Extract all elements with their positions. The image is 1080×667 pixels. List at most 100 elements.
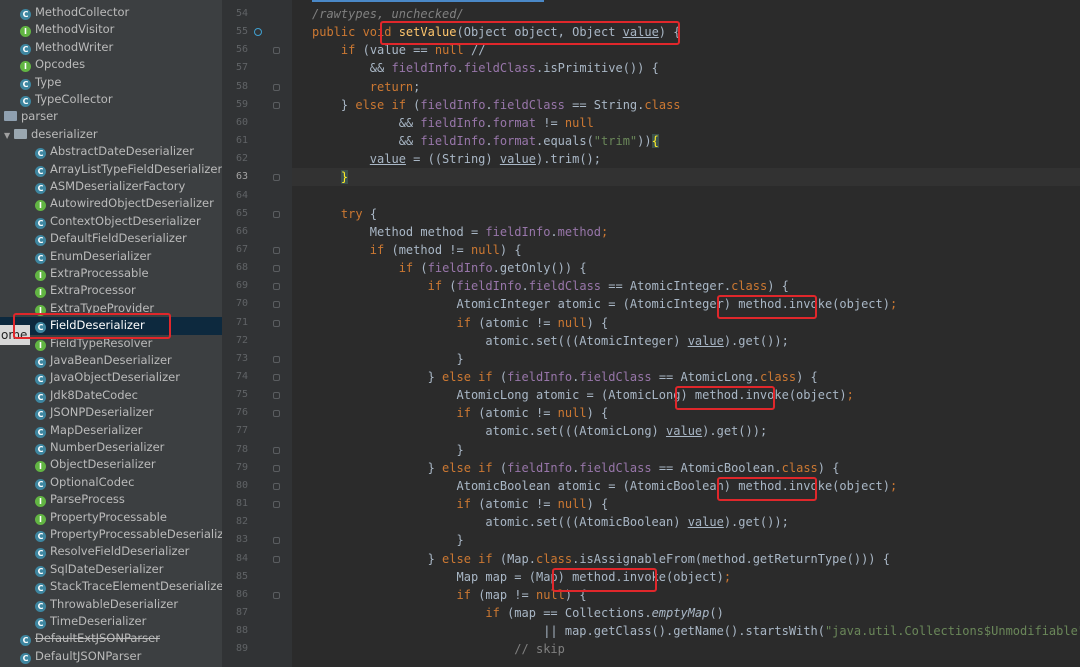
code-line[interactable]: } [312,350,463,368]
code-line[interactable]: if (method != null) { [312,241,522,259]
tree-item[interactable]: I ExtraProcessor [0,282,222,299]
tree-item[interactable]: C DefaultJSONParser [0,648,222,665]
fold-icon[interactable] [273,319,280,327]
tree-item[interactable]: C JavaObjectDeserializer [0,369,222,386]
tree-item[interactable]: C ContextObjectDeserializer [0,213,222,230]
fold-icon[interactable] [273,265,280,273]
code-line[interactable]: if (map != null) { [312,586,587,604]
code-line[interactable]: } else if (fieldInfo.fieldClass == Strin… [312,96,681,114]
fold-icon[interactable] [273,355,280,363]
code-line[interactable]: return; [312,78,421,96]
tree-item[interactable]: C MethodWriter [0,39,222,56]
tree-item[interactable]: I ParseProcess [0,491,222,508]
code-line[interactable]: && fieldInfo.format.equals("trim")){ [312,132,659,150]
fold-icon[interactable] [273,174,280,182]
tree-item[interactable]: C ASMDeserializerFactory [0,178,222,195]
fold-icon[interactable] [273,301,280,309]
tree-item[interactable]: parser [0,108,222,125]
tree-item[interactable]: C MethodCollector [0,4,222,21]
code-line[interactable]: // skip [312,640,565,658]
tree-item[interactable]: I AutowiredObjectDeserializer [0,195,222,212]
fold-icon[interactable] [273,283,280,291]
tree-item[interactable]: I MethodVisitor [0,21,222,38]
code-token: null [564,115,594,130]
folder-icon [4,111,17,122]
tree-item[interactable]: C JSONPDeserializer [0,404,222,421]
line-number: 64 [235,189,248,201]
code-line[interactable]: if (map == Collections.emptyMap() [312,604,723,622]
code-line[interactable]: || map.getClass().getName().startsWith("… [312,622,1080,640]
class-icon: C [35,409,46,421]
interface-icon: I [35,496,46,508]
tree-item[interactable]: C TypeCollector [0,91,222,108]
code-line[interactable]: if (fieldInfo.getOnly()) { [312,259,587,277]
code-line[interactable]: if (atomic != null) { [312,314,609,332]
fold-icon[interactable] [273,83,280,91]
fold-icon[interactable] [273,501,280,509]
code-line[interactable]: && fieldInfo.fieldClass.isPrimitive()) { [312,59,659,77]
tree-item[interactable]: C ResolveFieldDeserializer [0,543,222,560]
tree-item[interactable]: C SqlDateDeserializer [0,561,222,578]
line-number: 80 [235,479,248,491]
fold-icon[interactable] [273,446,280,454]
fold-icon[interactable] [273,410,280,418]
tree-item[interactable]: C ArrayListTypeFieldDeserializer [0,161,222,178]
tree-item[interactable]: C ThrowableDeserializer [0,596,222,613]
code-line[interactable]: atomic.set(((AtomicBoolean) value).get()… [312,513,788,531]
tree-item[interactable]: ▼ deserializer [0,126,222,143]
tree-item[interactable]: C OptionalCodec [0,474,222,491]
code-line[interactable]: atomic.set(((AtomicLong) value).get()); [312,422,767,440]
fold-icon[interactable] [273,392,280,400]
code-line[interactable]: atomic.set(((AtomicInteger) value).get()… [312,332,788,350]
tree-item[interactable]: C JavaBeanDeserializer [0,352,222,369]
fold-icon[interactable] [273,555,280,563]
tree-item[interactable]: C PropertyProcessableDeserializer [0,526,222,543]
tree-item[interactable]: C DefaultExtJSONParser [0,630,222,647]
override-marker-icon[interactable] [254,28,262,37]
code-line[interactable]: } else if (Map.class.isAssignableFrom(me… [312,550,890,568]
code-editor[interactable]: /rawtypes, unchecked/public void setValu… [292,0,1080,667]
fold-icon[interactable] [273,482,280,490]
tree-item-label: ParseProcess [50,492,125,507]
code-line[interactable]: if (fieldInfo.fieldClass == AtomicIntege… [312,277,789,295]
fold-icon[interactable] [273,47,280,55]
tree-item[interactable]: C AbstractDateDeserializer [0,143,222,160]
tree-item[interactable]: C TimeDeserializer [0,613,222,630]
code-line[interactable]: } [312,531,463,549]
tree-item[interactable]: C EnumDeserializer [0,248,222,265]
code-line[interactable]: } [312,441,463,459]
fold-icon[interactable] [273,591,280,599]
fold-icon[interactable] [273,374,280,381]
code-line[interactable]: if (atomic != null) { [312,495,609,513]
tree-item[interactable]: C StackTraceElementDeserializer [0,578,222,595]
code-line[interactable]: value = ((String) value).trim(); [312,150,601,168]
code-line[interactable]: } else if (fieldInfo.fieldClass == Atomi… [312,459,840,477]
fold-icon[interactable] [273,101,280,109]
tree-item[interactable]: I ExtraProcessable [0,265,222,282]
tree-item[interactable]: I Opcodes [0,56,222,73]
fold-icon[interactable] [273,464,280,472]
code-line[interactable]: } else if (fieldInfo.fieldClass == Atomi… [312,368,818,386]
code-line[interactable]: Map map = (Map) method.invoke(object); [312,568,731,586]
tree-item[interactable]: I PropertyProcessable [0,509,222,526]
tree-item[interactable]: C Jdk8DateCodec [0,387,222,404]
code-line[interactable]: if (atomic != null) { [312,404,609,422]
line-number: 67 [235,243,248,255]
code-line[interactable]: } [312,168,349,186]
fold-icon[interactable] [273,246,280,254]
fold-icon[interactable] [273,537,280,545]
code-line[interactable]: try { [312,205,377,223]
code-line[interactable]: Method method = fieldInfo.method; [312,223,608,241]
expand-arrow-icon[interactable]: ▼ [4,127,12,143]
code-line[interactable]: && fieldInfo.format != null [312,114,594,132]
code-token: format [492,134,536,149]
tree-item[interactable]: C NumberDeserializer [0,439,222,456]
tree-item[interactable]: C Type [0,74,222,91]
editor-gutter: 54 55 56 57 58 59 60 61 62 63 64 65 66 67 68 69 70 71 72 73… [222,0,292,667]
fold-icon[interactable] [273,210,280,218]
tree-item[interactable]: I ObjectDeserializer [0,456,222,473]
line-number: 82 [235,516,248,528]
class-icon: C [35,565,46,577]
tree-item[interactable]: C MapDeserializer [0,422,222,439]
tree-item[interactable]: C DefaultFieldDeserializer [0,230,222,247]
